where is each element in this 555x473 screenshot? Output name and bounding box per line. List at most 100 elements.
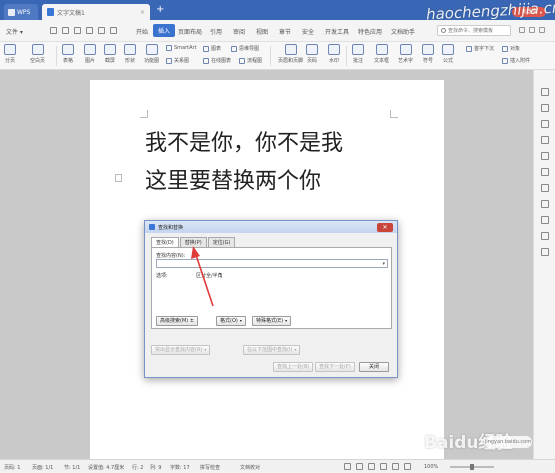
new-icon[interactable] [50,27,57,34]
status-position[interactable]: 设置值: 4.7厘米 [88,464,124,471]
find-next-button[interactable]: 查找下一处(F) [315,362,355,372]
symbol-button[interactable]: 符号 [422,44,434,64]
tab-replace[interactable]: 替换(P) [179,237,207,247]
smartart-button[interactable]: SmartArt [166,45,197,51]
chart-button[interactable]: 图表 [203,45,221,52]
chevron-down-icon[interactable]: ▾ [382,261,385,267]
find-previous-button[interactable]: 查找上一处(B) [273,362,314,372]
edit-icon[interactable] [404,463,411,470]
style-icon[interactable] [541,104,549,112]
find-in-button[interactable]: 在以下范围中查找(I) ▾ [243,345,301,355]
menu-developer[interactable]: 开发工具 [325,27,349,36]
mindmap-button[interactable]: 思维导图 [231,45,259,52]
web-view-icon[interactable] [380,463,387,470]
picture-icon[interactable] [541,216,549,224]
flowchart-button[interactable]: 流程图 [239,57,262,64]
print-icon[interactable] [86,27,93,34]
format-button[interactable]: 格式(O) ▾ [216,316,246,326]
document-icon[interactable] [541,200,549,208]
object-button[interactable]: 对象 [502,45,520,52]
document-tab[interactable]: 文字文稿1 × [42,4,150,20]
document-text-line[interactable]: 我不是你，你不是我 [145,125,343,157]
menu-references[interactable]: 引用 [210,27,222,36]
textbox-button[interactable]: 文本框 [374,44,389,64]
attachment-button[interactable]: 插入附件 [502,57,530,64]
pen-icon[interactable] [541,88,549,96]
menu-file[interactable]: 文件 ▾ [6,27,23,36]
formula-button[interactable]: 公式 [442,44,454,64]
tab-goto[interactable]: 定位(G) [207,237,236,247]
star-icon[interactable] [541,168,549,176]
outline-view-icon[interactable] [392,463,399,470]
status-row[interactable]: 行: 2 [132,464,143,471]
more-icon[interactable] [539,27,545,33]
new-tab-button[interactable]: + [156,4,164,15]
page-view-icon[interactable] [368,463,375,470]
tab-find[interactable]: 查找(D) [151,237,179,247]
status-page-number[interactable]: 页码: 1 [4,464,20,471]
comment-button[interactable]: 批注 [352,44,364,64]
menu-insert[interactable]: 插入 [153,24,176,37]
help-icon[interactable] [541,248,549,256]
document-text-line[interactable]: 这里要替换两个你 [145,163,321,195]
share-icon[interactable] [541,184,549,192]
layers-icon[interactable] [541,152,549,160]
menu-doc-assistant[interactable]: 文档助手 [391,27,415,36]
blank-page-button[interactable]: 空白页 [30,44,45,64]
close-button[interactable]: 关闭 [359,362,389,372]
wps-home-tab[interactable]: WPS [4,4,38,20]
menu-security[interactable]: 安全 [302,27,314,36]
menu-review[interactable]: 审阅 [233,27,245,36]
page-number-button[interactable]: 页码 [306,44,318,64]
menu-start[interactable]: 开始 [136,27,148,36]
status-column[interactable]: 列: 9 [150,464,161,471]
watermark-button[interactable]: 水印 [328,44,340,64]
menu-page-layout[interactable]: 页面布局 [178,27,202,36]
read-mode-icon[interactable] [356,463,363,470]
settings-icon[interactable] [541,232,549,240]
page-break-button[interactable]: 分页 [4,44,16,64]
shape-icon[interactable] [541,136,549,144]
dialog-title-bar[interactable]: 查找和替换 ✕ [145,221,397,233]
find-what-input[interactable]: ▾ [156,259,388,268]
chevron-down-icon: ▾ [204,347,207,352]
status-doc-proofread[interactable]: 文档校对 [240,464,260,471]
relation-chart-button[interactable]: 关系图 [166,57,189,64]
blank-page-label: 空白页 [30,58,46,64]
highlight-find-button[interactable]: 突出显示查找内容(R) ▾ [151,345,211,355]
picture-button[interactable]: 图片 [84,44,96,64]
status-spell-check[interactable]: 拼写检查 [200,464,220,471]
header-footer-button[interactable]: 页眉和页脚 [278,44,303,64]
online-chart-button[interactable]: 在线图表 [203,57,231,64]
menu-view[interactable]: 视图 [256,27,268,36]
zoom-slider-knob[interactable] [470,464,474,470]
menu-chapter[interactable]: 章节 [279,27,291,36]
undo-icon[interactable] [98,27,105,34]
save-icon[interactable] [74,27,81,34]
special-format-button[interactable]: 特殊格式(E) ▾ [252,316,292,326]
status-word-count[interactable]: 字数: 17 [170,464,190,471]
status-section[interactable]: 节: 1/1 [64,464,80,471]
advanced-search-button[interactable]: 高级搜索(M) ± [156,316,198,326]
menu-special-apps[interactable]: 特色应用 [358,27,382,36]
drop-cap-button[interactable]: 首字下沉 [466,45,494,52]
select-icon[interactable] [541,120,549,128]
close-dialog-button[interactable]: ✕ [377,222,393,232]
status-pages[interactable]: 页面: 1/1 [32,464,53,471]
shape-button[interactable]: 形状 [124,44,136,64]
protect-icon[interactable] [344,463,351,470]
screenshot-button[interactable]: 截屏 [104,44,116,64]
command-search[interactable]: 查找命令、搜索模板 [437,25,511,36]
table-button[interactable]: 表格 [62,44,74,64]
paragraph-marker-icon [115,174,122,182]
formula-label: 公式 [442,58,453,64]
zoom-slider[interactable] [450,464,494,470]
close-tab-icon[interactable]: × [140,9,145,16]
redo-icon[interactable] [110,27,117,34]
wordart-button[interactable]: 艺术字 [398,44,413,64]
zoom-level[interactable]: 100% [424,464,438,470]
share-icon[interactable] [529,27,535,33]
collaborate-icon[interactable] [519,27,525,33]
function-chart-button[interactable]: 功能图 [144,44,159,64]
open-icon[interactable] [62,27,69,34]
